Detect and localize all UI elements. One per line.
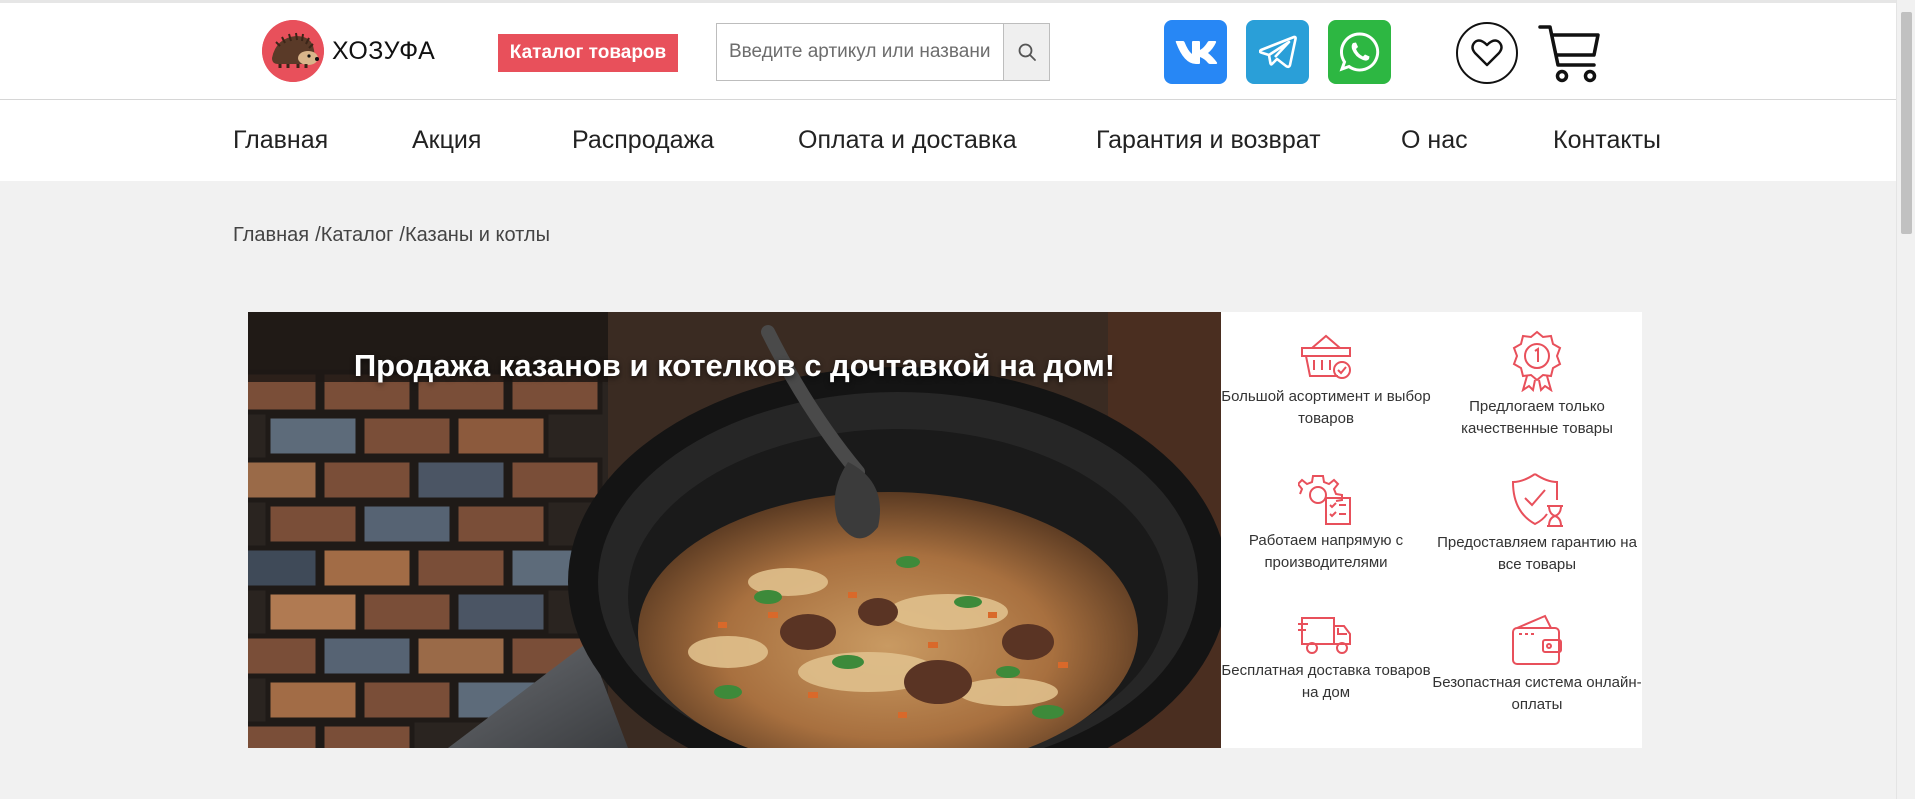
nav-item-warranty-returns[interactable]: Гарантия и возврат — [1096, 126, 1321, 155]
whatsapp-icon — [1339, 32, 1379, 72]
telegram-icon — [1258, 35, 1297, 69]
feature-text: Предоставляем гарантию на все товары — [1437, 534, 1637, 573]
breadcrumb-current: Казаны и котлы — [404, 224, 550, 246]
feature-delivery: Бесплатная доставка товаров на дом — [1221, 614, 1431, 704]
logo-link[interactable]: ХОЗУФА — [262, 20, 435, 82]
feature-warranty: Предоставляем гарантию на все товары — [1432, 472, 1642, 576]
search-input[interactable] — [716, 23, 1003, 81]
cart-button[interactable] — [1538, 21, 1602, 85]
scrollbar-thumb[interactable] — [1901, 12, 1912, 234]
breadcrumb: Главная/Каталог/Казаны и котлы — [233, 224, 550, 247]
feature-manufacturers: Работаем напрямую с производителями — [1221, 472, 1431, 574]
award-icon — [1512, 330, 1562, 392]
search-form — [716, 23, 1050, 81]
search-button[interactable] — [1003, 23, 1050, 81]
telegram-link[interactable] — [1246, 20, 1309, 84]
vk-icon — [1175, 41, 1217, 64]
hedgehog-logo-icon — [262, 20, 324, 82]
features-panel: Большой асортимент и выбор товаров Предл… — [1221, 312, 1642, 748]
feature-quality: Предлогаем только качественные товары — [1432, 330, 1642, 440]
breadcrumb-home[interactable]: Главная — [233, 224, 309, 246]
nav-item-contacts[interactable]: Контакты — [1553, 126, 1661, 155]
heart-icon — [1471, 39, 1503, 67]
logo-text: ХОЗУФА — [332, 36, 436, 65]
wallet-icon — [1512, 614, 1562, 665]
cart-icon — [1538, 25, 1600, 83]
feature-payment: Безопастная система онлайн-оплаты — [1432, 614, 1642, 716]
whatsapp-link[interactable] — [1328, 20, 1391, 84]
feature-text: Безопастная система онлайн-оплаты — [1432, 674, 1642, 713]
feature-text: Работаем напрямую с производителями — [1248, 532, 1404, 571]
catalog-button[interactable]: Каталог товаров — [498, 34, 678, 72]
nav-item-home[interactable]: Главная — [233, 126, 328, 155]
nav-item-about[interactable]: О нас — [1401, 126, 1468, 155]
page: ХОЗУФА Каталог товаров Введите артикул и… — [0, 0, 1896, 799]
header-bar: ХОЗУФА Каталог товаров — [0, 0, 1896, 100]
feature-text: Бесплатная доставка товаров на дом — [1221, 662, 1431, 701]
nav-item-sale[interactable]: Распродажа — [572, 126, 714, 155]
favorites-button[interactable] — [1456, 22, 1518, 84]
search-icon — [1018, 43, 1036, 61]
feature-text: Большой асортимент и выбор товаров — [1221, 388, 1431, 427]
basket-icon — [1301, 334, 1351, 379]
truck-icon — [1298, 617, 1351, 654]
banner-title: Продажа казанов и котелков с дочтавкой н… — [353, 348, 1116, 383]
gear-checklist-icon — [1298, 475, 1351, 525]
vk-link[interactable] — [1164, 20, 1227, 84]
main-nav: Главная Акция Распродажа Оплата и достав… — [0, 100, 1896, 181]
nav-item-promo[interactable]: Акция — [412, 126, 481, 155]
hero-banner: Продажа казанов и котелков с дочтавкой н… — [248, 312, 1221, 748]
breadcrumb-catalog[interactable]: Каталог — [321, 224, 394, 246]
feature-text: Предлогаем только качественные товары — [1461, 398, 1613, 437]
shield-hourglass-icon — [1511, 473, 1563, 527]
nav-item-payment-delivery[interactable]: Оплата и доставка — [798, 126, 1017, 155]
feature-assortment: Большой асортимент и выбор товаров — [1221, 330, 1431, 430]
page-scrollbar[interactable] — [1896, 0, 1915, 799]
